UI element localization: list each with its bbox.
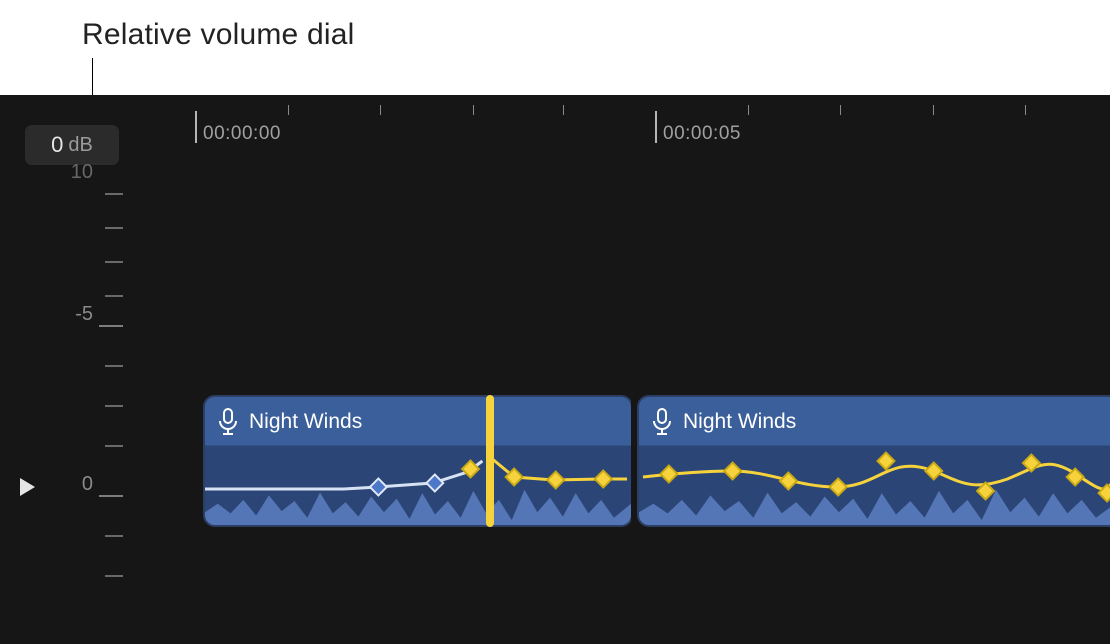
keyframe-yellow[interactable] [830,479,847,496]
keyframe-blue[interactable] [370,479,387,496]
ruler-time-label: 00:00:05 [663,123,741,145]
scale-tick [105,295,123,297]
ruler-tick-minor [748,105,749,115]
mic-icon [217,408,239,436]
keyframe-yellow[interactable] [724,463,741,480]
ruler-tick-major [655,111,657,143]
ruler-time-label: 00:00:00 [203,123,281,145]
keyframe-yellow[interactable] [780,473,797,490]
keyframe-yellow[interactable] [925,463,942,480]
scale-tick [105,445,123,447]
scale-tick [105,227,123,229]
annotation-label: Relative volume dial [82,18,354,52]
scale-tick [99,495,123,497]
scale-tick [105,193,123,195]
mic-icon [651,408,673,436]
scale-label: -5 [75,303,93,326]
level-marker-icon[interactable] [20,478,35,496]
selection-handle-left[interactable] [483,391,497,531]
keyframe-yellow[interactable] [547,472,564,489]
scale-label: 0 [82,473,93,496]
ruler-tick-minor [840,105,841,115]
scale-tick [105,405,123,407]
automation-curve[interactable] [205,447,631,527]
clip-header: Night Winds [639,397,1110,447]
ruler-tick-minor [473,105,474,115]
relative-volume-dial[interactable]: 0 dB [25,125,119,165]
volume-scale: 10 -50 [0,165,135,644]
scale-tick [105,535,123,537]
keyframe-blue[interactable] [426,475,443,492]
tracks-area[interactable]: Night Winds [195,155,1110,644]
clip-body[interactable] [639,447,1110,527]
ruler-tick-minor [1025,105,1026,115]
keyframe-yellow[interactable] [1023,455,1040,472]
audio-clip[interactable]: Night Winds [637,395,1110,527]
keyframe-yellow[interactable] [878,453,895,470]
clip-title: Night Winds [683,410,796,434]
volume-value: 0 [51,132,63,158]
keyframe-yellow[interactable] [462,461,479,478]
keyframe-yellow[interactable] [595,471,612,488]
ruler-tick-minor [380,105,381,115]
keyframe-yellow[interactable] [660,466,677,483]
timeline-ruler[interactable]: 00:00:00 00:00:05 [195,95,1110,155]
audio-editor-panel: 0 dB 00:00:00 00:00:05 10 -5 0 Night Winds [0,95,1110,644]
ruler-tick-minor [563,105,564,115]
scale-tick [105,261,123,263]
audio-clip[interactable]: Night Winds [203,395,633,527]
clip-body[interactable] [205,447,631,527]
scale-tick [105,575,123,577]
automation-curve[interactable] [639,447,1110,527]
ruler-tick-major [195,111,197,143]
scale-label-cut: 10 [71,161,93,184]
scale-tick [99,325,123,327]
clip-title: Night Winds [249,410,362,434]
clip-header: Night Winds [205,397,631,447]
scale-tick [105,365,123,367]
ruler-tick-minor [933,105,934,115]
volume-unit: dB [68,134,92,157]
ruler-tick-minor [288,105,289,115]
